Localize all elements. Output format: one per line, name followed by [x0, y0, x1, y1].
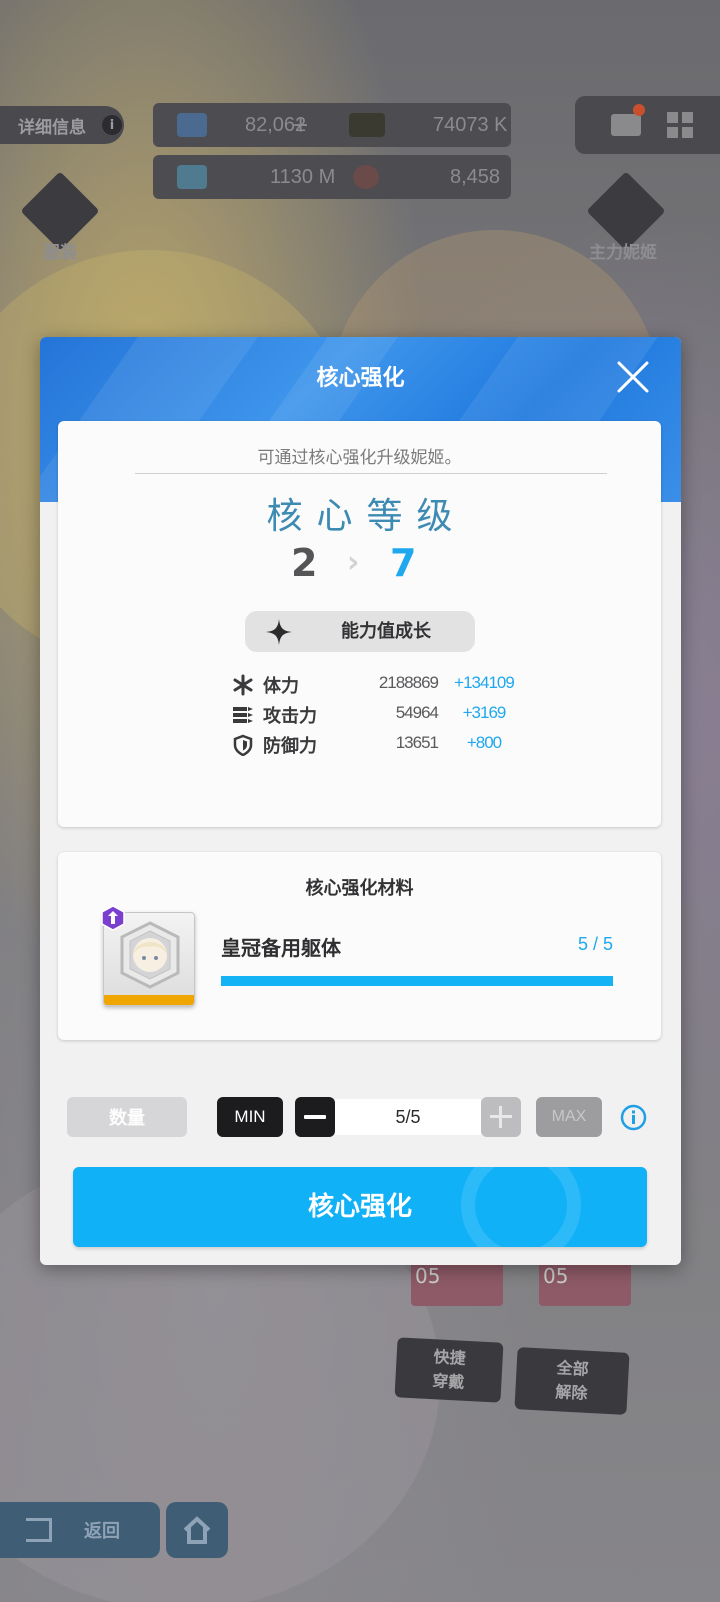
stat-row-hp: 体力 2188869 +134109 — [58, 671, 661, 699]
details-button[interactable]: 详细信息 i — [0, 106, 124, 144]
stat-increase: +3169 — [462, 703, 507, 722]
core-dust-icon — [353, 165, 379, 189]
stat-growth-label: 能力值成长 — [341, 621, 431, 642]
resource-bar-bottom: 1130 M 8,458 — [153, 155, 511, 199]
materials-card: 核心强化材料 皇冠备用躯体 5 / 5 — [58, 852, 661, 1040]
close-icon[interactable] — [615, 359, 651, 395]
back-button[interactable]: 返回 — [0, 1502, 160, 1558]
increase-button[interactable] — [481, 1097, 521, 1137]
stat-name: 防御力 — [263, 736, 317, 757]
main-nikke-label: 主力妮姬 — [589, 243, 657, 263]
mail-icon[interactable] — [611, 114, 641, 136]
home-button[interactable] — [166, 1502, 228, 1558]
asterisk-icon — [233, 674, 253, 696]
battle-data-value: 1130 M — [270, 165, 336, 188]
quick-equip-button[interactable]: 快捷 穿戴 — [394, 1337, 504, 1403]
add-gems-button[interactable]: + — [293, 103, 308, 147]
divider — [135, 473, 607, 474]
quantity-field[interactable]: 5/5 — [335, 1099, 481, 1135]
credits-value: 74073 K — [433, 113, 508, 136]
stat-growth-header: 能力值成长 — [245, 611, 475, 652]
material-progress-fill — [221, 976, 613, 986]
stat-name: 攻击力 — [263, 706, 317, 727]
stat-row-defense: 防御力 13651 +800 — [58, 731, 661, 759]
materials-title: 核心强化材料 — [305, 878, 414, 899]
credit-icon — [349, 113, 385, 137]
dialog-title: 核心强化 — [316, 366, 405, 391]
target-level: 7 — [390, 541, 417, 585]
back-label: 返回 — [84, 1521, 120, 1542]
info-icon: i — [102, 115, 122, 135]
grid-menu-icon[interactable] — [667, 112, 693, 138]
gem-icon — [177, 113, 207, 137]
hint-text: 可通过核心强化升级妮姬。 — [257, 448, 462, 468]
min-button[interactable]: MIN — [217, 1097, 283, 1137]
details-label: 详细信息 — [18, 117, 86, 138]
card-number: 05 — [543, 1264, 569, 1288]
rarity-bar — [104, 995, 194, 1005]
battle-data-icon — [177, 165, 207, 189]
stat-value: 13651 — [395, 733, 439, 752]
decrease-button[interactable] — [295, 1097, 335, 1137]
rank-badge-icon — [101, 905, 125, 931]
quantity-label: 数量 — [67, 1097, 187, 1137]
stat-value: 2188869 — [378, 673, 439, 692]
material-progress-track — [221, 976, 613, 986]
stat-increase: +134109 — [454, 673, 515, 692]
current-level: 2 — [291, 541, 318, 585]
stat-increase: +800 — [466, 733, 502, 752]
shield-icon — [233, 734, 253, 756]
info-icon[interactable] — [620, 1104, 647, 1131]
resource-bar-top: 82,062 + 74073 K — [153, 103, 511, 147]
home-icon — [183, 1516, 211, 1544]
notification-dot — [633, 104, 645, 116]
core-level-title: 核心等级 — [266, 496, 467, 537]
core-enhance-label: 核心强化 — [307, 1192, 412, 1222]
chevron-right-icon: › — [347, 545, 360, 580]
bullets-icon — [233, 707, 253, 723]
stat-name: 体力 — [263, 676, 299, 697]
top-right-menu — [575, 96, 720, 154]
level-change: 2 › 7 — [58, 541, 661, 589]
back-icon — [26, 1518, 52, 1542]
core-level-card: 可通过核心强化升级妮姬。 核心等级 2 › 7 能力值成长 体力 2188869… — [58, 421, 661, 827]
sparkle-icon — [266, 619, 292, 645]
remove-all-button[interactable]: 全部 解除 — [514, 1347, 630, 1415]
core-dust-value: 8,458 — [450, 165, 501, 188]
core-enhance-dialog: 核心强化 可通过核心强化升级妮姬。 核心等级 2 › 7 能力值成长 体力 21… — [40, 337, 681, 1265]
stat-row-attack: 攻击力 54964 +3169 — [58, 701, 661, 729]
card-number: 05 — [415, 1264, 441, 1288]
material-count: 5 / 5 — [577, 934, 613, 954]
material-name: 皇冠备用躯体 — [221, 936, 341, 960]
max-button[interactable]: MAX — [536, 1097, 602, 1137]
core-enhance-button[interactable]: 核心强化 — [73, 1167, 647, 1247]
stat-value: 54964 — [395, 703, 439, 722]
outfit-label: 服装 — [43, 243, 77, 263]
